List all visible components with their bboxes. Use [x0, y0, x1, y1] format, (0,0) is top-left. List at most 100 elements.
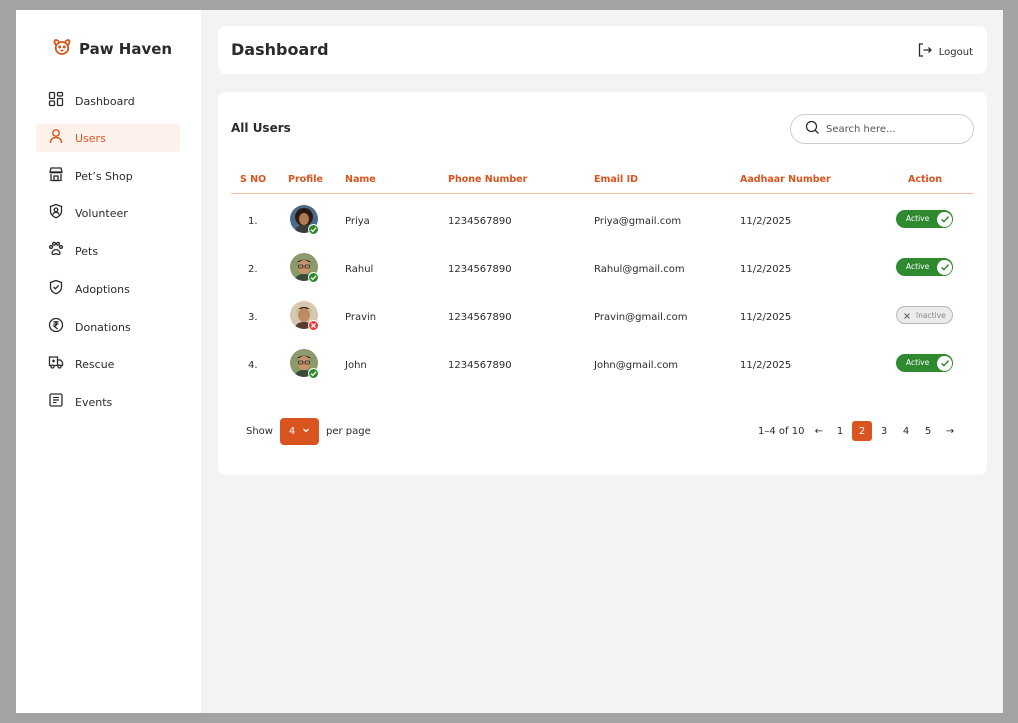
prev-page-button[interactable]: ← [809, 421, 829, 441]
sidebar-item-label: Events [75, 395, 113, 409]
row-sno: 1. [248, 216, 258, 227]
row-aadhaar: 11/2/2025 [740, 264, 792, 275]
status-toggle[interactable]: Inactive [896, 306, 953, 324]
status-toggle[interactable]: Active [896, 354, 953, 372]
sidebar-item-label: Pet’s Shop [75, 169, 133, 183]
per-page-label: per page [326, 426, 371, 437]
sidebar-item-volunteer[interactable]: Volunteer [36, 199, 180, 227]
column-header-phone: Phone Number [448, 174, 528, 185]
app-window: Paw Haven Dashboard Users Pet’s Shop Vol… [16, 10, 1003, 713]
row-sno: 2. [248, 264, 258, 275]
column-header-aadhaar: Aadhaar Number [740, 174, 831, 185]
table-row: 1. Priya 1234567890 Priya@gmail.com 11/2… [231, 202, 973, 242]
verified-badge-icon [308, 224, 319, 235]
shop-icon [48, 166, 64, 186]
row-name: Pravin [345, 312, 377, 323]
check-icon [937, 259, 952, 275]
page-button-4[interactable]: 4 [896, 421, 916, 441]
section-title: All Users [231, 121, 291, 135]
sidebar-item-pets-shop[interactable]: Pet’s Shop [36, 162, 180, 190]
logout-label: Logout [938, 46, 973, 58]
avatar[interactable] [290, 301, 319, 331]
volunteer-icon [48, 203, 64, 223]
sidebar-item-adoptions[interactable]: Adoptions [36, 275, 180, 303]
status-toggle[interactable]: Active [896, 258, 953, 276]
chevron-down-icon [302, 426, 310, 437]
check-icon [937, 211, 952, 227]
sidebar-item-label: Donations [75, 320, 131, 334]
row-email: Priya@gmail.com [594, 216, 682, 227]
row-sno: 4. [248, 360, 258, 371]
row-email: Pravin@gmail.com [594, 312, 688, 323]
table-row: 4. John 1234567890 John@gmail.com 11/2/2… [231, 346, 973, 386]
page-button-3[interactable]: 3 [874, 421, 894, 441]
status-toggle[interactable]: Active [896, 210, 953, 228]
logout-icon [917, 42, 933, 62]
column-header-email: Email ID [594, 174, 639, 185]
status-label: Active [906, 262, 930, 271]
column-header-name: Name [345, 174, 376, 185]
avatar[interactable] [290, 205, 319, 235]
sidebar-item-dashboard[interactable]: Dashboard [36, 87, 180, 115]
show-label: Show [246, 426, 273, 437]
users-card: All Users S NO Profile Name Phone Number… [218, 92, 987, 475]
row-phone: 1234567890 [448, 360, 512, 371]
avatar[interactable] [290, 253, 319, 283]
next-page-button[interactable]: → [940, 421, 960, 441]
row-email: John@gmail.com [594, 360, 679, 371]
sidebar: Paw Haven Dashboard Users Pet’s Shop Vol… [16, 10, 201, 713]
row-aadhaar: 11/2/2025 [740, 312, 792, 323]
grid-icon [48, 91, 64, 111]
column-header-action: Action [908, 174, 943, 185]
verified-badge-icon [308, 368, 319, 379]
search-input[interactable] [826, 123, 956, 135]
sidebar-item-events[interactable]: Events [36, 388, 180, 416]
sidebar-item-label: Rescue [75, 357, 115, 371]
per-page-value: 4 [288, 426, 296, 437]
check-icon [937, 355, 952, 371]
sidebar-item-label: Pets [75, 244, 99, 258]
status-label: Active [906, 214, 930, 223]
search-box[interactable] [790, 114, 974, 144]
table-row: 2. Rahul 1234567890 Rahul@gmail.com 11/2… [231, 250, 973, 290]
row-name: Rahul [345, 264, 374, 275]
page-button-2[interactable]: 2 [852, 421, 872, 441]
row-phone: 1234567890 [448, 216, 512, 227]
row-name: John [345, 360, 367, 371]
brand[interactable]: Paw Haven [52, 37, 172, 61]
logout-button[interactable]: Logout [917, 42, 973, 62]
avatar[interactable] [290, 349, 319, 379]
table-header: S NO Profile Name Phone Number Email ID … [231, 174, 973, 194]
sidebar-item-label: Volunteer [75, 206, 128, 220]
rupee-icon [48, 317, 64, 337]
row-phone: 1234567890 [448, 312, 512, 323]
sidebar-item-users[interactable]: Users [36, 124, 180, 152]
page-button-1[interactable]: 1 [830, 421, 850, 441]
row-aadhaar: 11/2/2025 [740, 360, 792, 371]
sidebar-item-label: Dashboard [75, 94, 135, 108]
row-email: Rahul@gmail.com [594, 264, 685, 275]
unverified-badge-icon [308, 320, 319, 331]
shield-check-icon [48, 279, 64, 299]
truck-icon [48, 354, 64, 374]
header-bar: Dashboard Logout [218, 26, 987, 74]
column-header-profile: Profile [288, 174, 323, 185]
per-page-select[interactable]: 4 [280, 418, 319, 445]
sidebar-item-pets[interactable]: Pets [36, 237, 180, 265]
search-icon [805, 120, 820, 139]
status-label: Active [906, 358, 930, 367]
list-icon [48, 392, 64, 412]
pagination-bar: Show 4 per page 1–4 of 10 ← 1 2 3 4 5 → [231, 418, 973, 446]
user-icon [48, 128, 64, 148]
x-icon [899, 308, 914, 323]
sidebar-item-donations[interactable]: Donations [36, 313, 180, 341]
status-label: Inactive [916, 311, 946, 320]
verified-badge-icon [308, 272, 319, 283]
paw-icon [48, 241, 64, 261]
brand-name: Paw Haven [79, 40, 173, 58]
page-range: 1–4 of 10 [758, 426, 805, 437]
row-phone: 1234567890 [448, 264, 512, 275]
sidebar-item-rescue[interactable]: Rescue [36, 350, 180, 378]
sidebar-item-label: Users [75, 131, 106, 145]
page-button-5[interactable]: 5 [918, 421, 938, 441]
